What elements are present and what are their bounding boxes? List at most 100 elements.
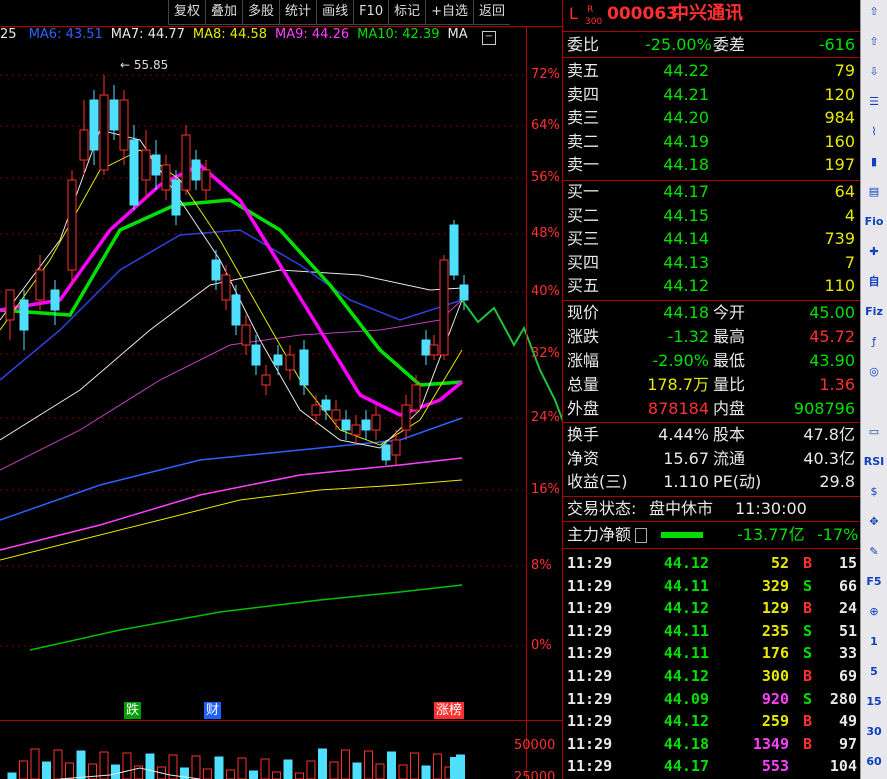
volume-bar (364, 750, 373, 779)
toolbar-button-5[interactable]: F10 (353, 0, 389, 25)
bids-row[interactable]: 买二 44.15 4 (563, 205, 861, 227)
up-arrow-icon[interactable]: ⇧ (863, 2, 885, 22)
toolbar-button-0[interactable]: 复权 (168, 0, 206, 25)
volume-bar (226, 769, 235, 779)
candle-body (311, 404, 321, 416)
fx2-icon[interactable]: ⊕ (863, 602, 885, 622)
period-30-button[interactable]: 30 (863, 722, 885, 742)
period-60-button[interactable]: 60 (863, 752, 885, 772)
tick-price: 44.11 (663, 621, 709, 640)
tick-row[interactable]: 11:29 44.11 235 S 51 (563, 620, 861, 642)
tick-row[interactable]: 11:29 44.18 1349 B 97 (563, 733, 861, 755)
list-icon[interactable]: ☰ (863, 92, 885, 112)
volume-bar (295, 772, 304, 779)
minus-box-icon[interactable]: − (482, 31, 496, 45)
price-tick-label: 72% (531, 67, 560, 82)
tick-price: 44.11 (663, 576, 709, 595)
volume-bar (283, 759, 293, 779)
stat-row: 涨幅 -2.90% 最低 43.90 (563, 350, 861, 372)
stat-row: 现价 44.18 今开 45.00 (563, 302, 861, 324)
toolbar-button-1[interactable]: 叠加 (205, 0, 243, 25)
candle-body (273, 354, 283, 366)
tick-count: 49 (838, 712, 857, 731)
asks-row[interactable]: 卖二 44.19 160 (563, 131, 861, 153)
weibi-label: 委比 (567, 35, 600, 54)
event-tag-1[interactable]: 财 (204, 702, 222, 719)
period-15-button[interactable]: 15 (863, 692, 885, 712)
asks-row[interactable]: 卖四 44.21 120 (563, 84, 861, 106)
asks-row[interactable]: 卖一 44.18 197 (563, 154, 861, 176)
event-tag-0[interactable]: 跌 (124, 702, 142, 719)
tick-row[interactable]: 11:29 44.11 329 S 66 (563, 575, 861, 597)
fund-value: 40.3亿 (803, 448, 855, 468)
tick-row[interactable]: 11:29 44.12 52 B 15 (563, 552, 861, 574)
blank-icon[interactable] (863, 392, 885, 412)
tick-count: 69 (838, 667, 857, 685)
ma-legend-row: 25 MA6: 43.51 MA7: 44.77 MA8: 44.58 MA9: 44… (0, 27, 484, 47)
toolbar-button-4[interactable]: 画线 (316, 0, 354, 25)
rsi-icon[interactable]: RSI (863, 452, 885, 472)
period-1-button[interactable]: 1 (863, 632, 885, 652)
toolbar-button-2[interactable]: 多股 (242, 0, 280, 25)
self-icon[interactable]: 自 (863, 272, 885, 292)
candlestick-icon[interactable]: ▮ (863, 152, 885, 172)
toolbar-button-8[interactable]: 返回 (473, 0, 511, 25)
tick-count: 97 (838, 734, 857, 753)
tick-row[interactable]: 11:29 44.09 920 S 280 (563, 688, 861, 710)
asks-row[interactable]: 卖三 44.20 984 (563, 107, 861, 129)
price-tick-label: 56% (531, 170, 560, 185)
tick-row[interactable]: 11:29 44.12 300 B 69 (563, 665, 861, 687)
stat-row: 总量 178.7万 量比 1.36 (563, 374, 861, 396)
side-toolbar: ⇧ ⇧ ⇩ ☰ ⌇ ▮ ▤ Fio ✚ 自 Fiz ƒ ◎ ▭ RSI $ ✥ ✎ F5 ⊕ 1 5 15 30 60 (860, 0, 887, 779)
kline-chart-area[interactable]: 复权 叠加 多股 统计 画线 F10 标记 +自选 返回 25 MA6: 43.51 MA7: 4… (0, 0, 562, 779)
tick-count: 51 (838, 621, 857, 640)
doc-icon[interactable] (635, 528, 647, 543)
tick-time: 11:29 (567, 599, 613, 618)
stat-value: 45.72 (809, 327, 855, 346)
bids-row[interactable]: 买一 44.17 64 (563, 181, 861, 203)
toolbar-button-3[interactable]: 统计 (279, 0, 317, 25)
asks-price: 44.19 (663, 131, 709, 151)
up-outline-arrow-icon[interactable]: ⇧ (863, 32, 885, 52)
bids-row[interactable]: 买五 44.12 110 (563, 275, 861, 297)
stat-label: 外盘 (567, 399, 600, 418)
candle-body (429, 344, 439, 356)
volume-bar (375, 763, 385, 779)
down-outline-arrow-icon[interactable]: ⇩ (863, 62, 885, 82)
tick-row[interactable]: 11:29 44.17 553 104 (563, 755, 861, 777)
tick-row[interactable]: 11:29 44.12 129 B 24 (563, 597, 861, 619)
weibi-value: -25.00% (645, 35, 712, 54)
pencil-icon[interactable]: ✎ (863, 542, 885, 562)
asks-volume: 984 (824, 108, 855, 127)
toolbar-button-6[interactable]: 标记 (388, 0, 426, 25)
peak-price-value: 55.85 (133, 58, 169, 72)
tick-volume: 176 (761, 644, 789, 663)
stat-value: 1.36 (819, 375, 855, 394)
f12-icon[interactable]: Fiz (863, 302, 885, 322)
stock-code: 000063 (607, 4, 678, 24)
monitor-icon[interactable]: ▭ (863, 422, 885, 442)
toolbar-button-7[interactable]: +自选 (425, 0, 474, 25)
asks-row[interactable]: 卖五 44.22 79 (563, 60, 861, 82)
bids-row[interactable]: 买四 44.13 7 (563, 252, 861, 274)
move-icon[interactable]: ✥ (863, 512, 885, 532)
line-chart-icon[interactable]: ⌇ (863, 122, 885, 142)
tick-row[interactable]: 11:29 44.12 259 B 49 (563, 710, 861, 732)
tick-row[interactable]: 11:29 44.11 176 S 33 (563, 642, 861, 664)
bids-row[interactable]: 买三 44.14 739 (563, 228, 861, 250)
fx-icon[interactable]: ƒ (863, 332, 885, 352)
tick-volume: 52 (770, 554, 789, 572)
price-tick-label: 64% (531, 118, 560, 133)
divider (563, 31, 861, 32)
cross-icon[interactable]: ✚ (863, 242, 885, 262)
candle-body (5, 289, 15, 321)
f10-icon[interactable]: Fio (863, 212, 885, 232)
event-tag-2[interactable]: 涨榜 (434, 702, 465, 719)
circle-icon[interactable]: ◎ (863, 362, 885, 382)
screen-icon[interactable]: ▤ (863, 182, 885, 202)
kline-chart[interactable] (0, 0, 562, 779)
f5-button[interactable]: F5 (863, 572, 885, 592)
dollar-icon[interactable]: $ (863, 482, 885, 502)
candle-body (341, 419, 351, 431)
period-5-button[interactable]: 5 (863, 662, 885, 682)
